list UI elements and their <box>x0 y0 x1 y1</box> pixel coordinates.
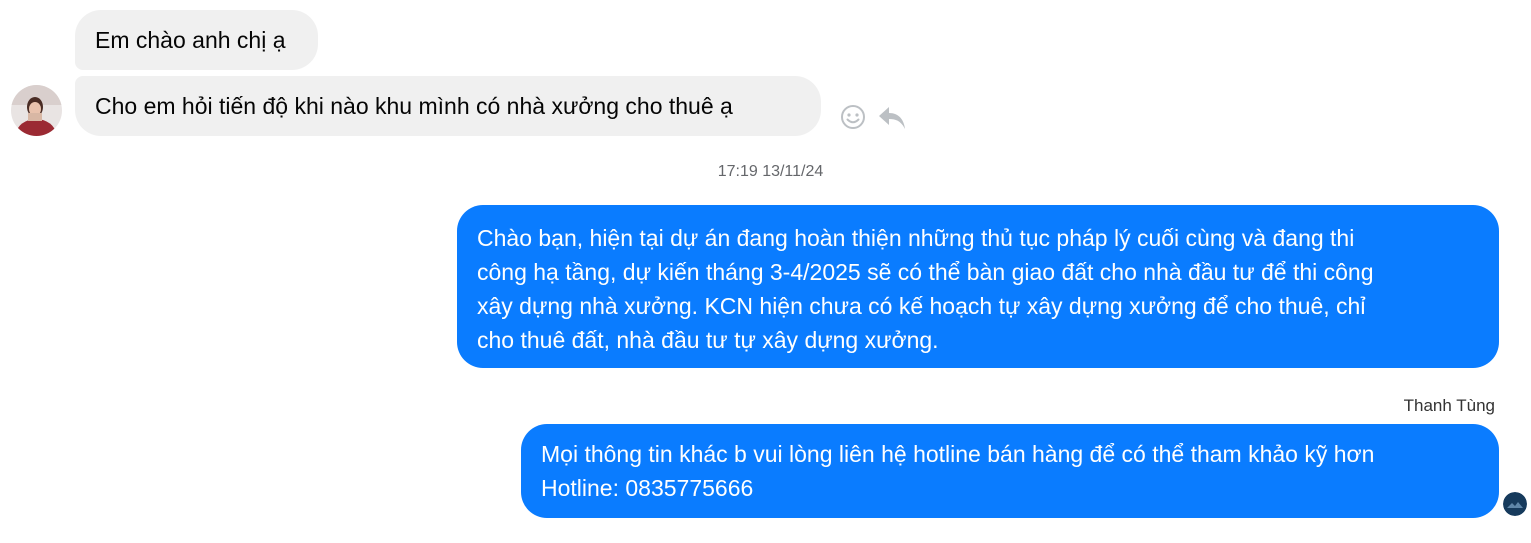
message-line: xây dựng nhà xưởng. KCN hiện chưa có kế … <box>477 293 1366 319</box>
message-text: Em chào anh chị ạ <box>95 27 286 53</box>
message-line: Hotline: 0835775666 <box>541 475 754 501</box>
seen-avatar-icon <box>1503 492 1527 516</box>
message-timestamp: 17:19 13/11/24 <box>717 163 824 180</box>
message-line: công hạ tầng, dự kiến tháng 3-4/2025 sẽ … <box>477 259 1374 285</box>
contact-avatar-icon <box>11 85 62 136</box>
reply-arrow-icon[interactable] <box>877 102 907 132</box>
outgoing-message[interactable]: Chào bạn, hiện tại dự án đang hoàn thiện… <box>457 205 1499 368</box>
message-line: Chào bạn, hiện tại dự án đang hoàn thiện… <box>477 225 1355 251</box>
message-line: cho thuê đất, nhà đầu tư tự xây dựng xưở… <box>477 327 939 353</box>
incoming-message[interactable]: Cho em hỏi tiến độ khi nào khu mình có n… <box>75 76 821 136</box>
smiley-icon[interactable] <box>840 104 866 130</box>
message-line: Mọi thông tin khác b vui lòng liên hệ ho… <box>541 441 1375 467</box>
incoming-message[interactable]: Em chào anh chị ạ <box>75 10 318 70</box>
avatar[interactable] <box>11 85 62 136</box>
outgoing-message[interactable]: Mọi thông tin khác b vui lòng liên hệ ho… <box>521 424 1499 518</box>
sender-name: Thanh Tùng <box>1403 396 1495 415</box>
message-text: Cho em hỏi tiến độ khi nào khu mình có n… <box>95 93 733 119</box>
